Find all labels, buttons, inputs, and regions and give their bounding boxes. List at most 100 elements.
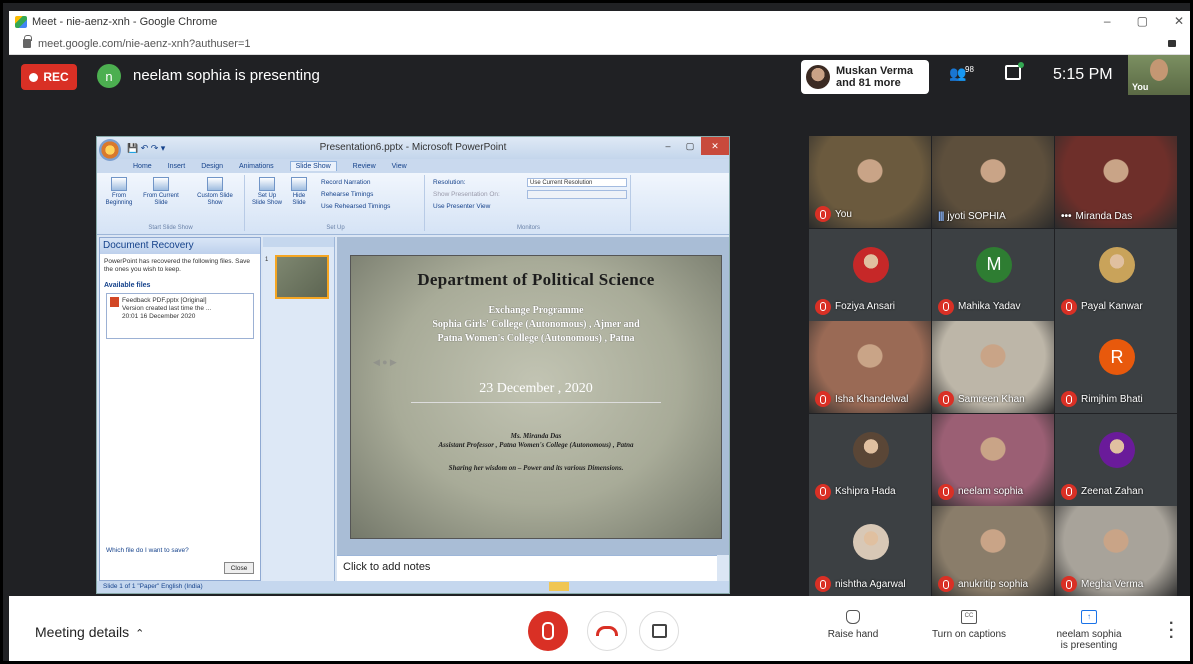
slide-subtitle: Exchange Programme Sophia Girls' College… <box>351 304 721 346</box>
minimize-button[interactable]: – <box>1104 14 1111 28</box>
ppt-close-icon: ✕ <box>701 137 729 155</box>
participant-name-row: Rimjhim Bhati <box>1061 391 1143 407</box>
participant-name: Rimjhim Bhati <box>1081 393 1143 405</box>
participant-tile[interactable]: Isha Khandelwal <box>809 321 931 413</box>
participant-tile[interactable]: Foziya Ansari <box>809 228 931 321</box>
participant-name-row: Megha Verma <box>1061 576 1143 592</box>
participant-tile[interactable]: Payal Kanwar <box>1055 228 1177 321</box>
participant-name: You <box>835 208 852 220</box>
meeting-details-button[interactable]: Meeting details ⌃ <box>35 624 144 640</box>
presentation-button[interactable]: ↑ neelam sophia is presenting <box>1049 610 1129 651</box>
ribbon-tabs: Home Insert Design Animations Slide Show… <box>97 159 729 173</box>
ribbon-tab-design: Design <box>201 162 223 170</box>
participant-avatar: M <box>976 246 1012 283</box>
from-beginning-button: From Beginning <box>103 177 135 207</box>
maximize-button[interactable]: ▢ <box>1137 14 1148 28</box>
participant-name: Samreen Khan <box>958 393 1025 405</box>
presenter-view: Use Presenter View <box>433 203 491 210</box>
raise-hand-label: Raise hand <box>827 629 879 640</box>
participant-name-row: neelam sophia <box>938 483 1023 500</box>
slide-title: Department of Political Science <box>417 270 655 289</box>
participant-name-row: Isha Khandelwal <box>815 391 908 407</box>
participant-name-row: Zeenat Zahan <box>1061 483 1143 500</box>
participant-name: Mahika Yadav <box>958 301 1021 312</box>
more-options-icon[interactable]: ••• <box>1061 211 1072 222</box>
muted-mic-icon <box>938 576 954 592</box>
hide-slide-icon <box>291 177 307 191</box>
record-narration: Record Narration <box>321 179 371 186</box>
participant-name: Kshipra Hada <box>835 486 896 497</box>
ppt-document-title: Presentation6.pptx - Microsoft PowerPoin… <box>319 142 507 153</box>
people-icon[interactable]: 👥 <box>949 65 966 82</box>
muted-mic-icon <box>815 391 831 407</box>
participant-tile[interactable]: neelam sophia <box>932 413 1054 506</box>
from-current-label: From Current Slide <box>143 193 179 206</box>
participant-name-row: Samreen Khan <box>938 391 1025 407</box>
close-window-button[interactable]: ✕ <box>1174 14 1184 28</box>
participant-avatar <box>853 246 889 283</box>
people-count: 98 <box>965 65 974 74</box>
slide-date: 23 December , 2020 <box>479 381 593 396</box>
resolution-label: Resolution: <box>433 179 466 186</box>
meet-top-bar: REC n neelam sophia is presenting Muskan… <box>9 55 1190 97</box>
muted-mic-icon <box>938 391 954 407</box>
participant-tile[interactable]: anukritip sophia <box>932 506 1054 598</box>
presenter-avatar: n <box>97 64 121 88</box>
captions-button[interactable]: CC Turn on captions <box>927 610 1011 640</box>
more-options-icon[interactable]: · · · <box>1169 616 1174 646</box>
participant-tile[interactable]: Zeenat Zahan <box>1055 413 1177 506</box>
muted-mic-icon <box>1061 483 1077 500</box>
camera-button[interactable] <box>639 611 679 651</box>
shared-screen-powerpoint: 💾 ↶ ↷ ▾ Presentation6.pptx - Microsoft P… <box>96 136 730 594</box>
slide-sub-line-3: Patna Women's College (Autonomous) , Pat… <box>437 333 635 344</box>
participant-avatar <box>1099 431 1135 468</box>
participant-tile[interactable]: Kshipra Hada <box>809 413 931 506</box>
participant-tile[interactable]: Samreen Khan <box>932 321 1054 413</box>
chat-icon[interactable] <box>1005 62 1024 80</box>
participant-tile[interactable]: You <box>809 136 931 228</box>
hide-slide-label: Hide Slide <box>292 193 306 206</box>
lock-icon <box>23 35 32 48</box>
address-bar[interactable]: meet.google.com/nie-aenz-xnh?authuser=1 <box>9 33 1190 55</box>
participant-tile[interactable]: Megha Verma <box>1055 506 1177 598</box>
participant-tile[interactable]: M Mahika Yadav <box>932 228 1054 321</box>
self-video <box>1150 59 1168 81</box>
url-text[interactable]: meet.google.com/nie-aenz-xnh?authuser=1 <box>38 38 251 50</box>
presenting-line-2: is presenting <box>1060 640 1118 651</box>
self-view-tile[interactable]: You <box>1128 55 1190 95</box>
captions-icon: CC <box>961 610 977 624</box>
setup-show-label: Set Up Slide Show <box>251 193 283 206</box>
participant-grid: You ||| jyoti SOPHIA ••• Miranda Das Foziya A… <box>809 136 1177 598</box>
meet-window: Meet - nie-aenz-xnh - Google Chrome – ▢ … <box>0 0 1193 664</box>
present-screen-icon: ↑ <box>1081 610 1097 624</box>
slide-divider <box>411 402 661 403</box>
cast-icon[interactable] <box>1168 40 1176 47</box>
viewers-chip[interactable]: Muskan Verma and 81 more <box>801 60 929 94</box>
participant-tile[interactable]: R Rimjhim Bhati <box>1055 321 1177 413</box>
setup-icon <box>259 177 275 191</box>
muted-mic-icon <box>938 483 954 500</box>
participant-name: Isha Khandelwal <box>835 393 909 405</box>
raise-hand-button[interactable]: Raise hand <box>821 610 885 640</box>
pptx-file-icon <box>110 297 119 307</box>
group-label-start: Start Slide Show <box>148 225 193 231</box>
ribbon-tab-animations: Animations <box>239 162 274 170</box>
slide-sub-line-2: Sophia Girls' College (Autonomous) , Ajm… <box>432 319 640 330</box>
group-label-setup: Set Up <box>326 225 345 231</box>
meeting-time: 5:15 PM <box>1053 66 1113 83</box>
participant-tile[interactable]: ••• Miranda Das <box>1055 136 1177 228</box>
slide-thumbnail <box>275 255 329 299</box>
hang-up-button[interactable] <box>587 611 627 651</box>
ribbon-tab-review: Review <box>352 162 376 170</box>
rec-label: REC <box>43 70 69 84</box>
viewer-avatar <box>806 65 830 89</box>
participant-tile[interactable]: nishtha Agarwal <box>809 506 931 598</box>
ppt-maximize-icon: ▢ <box>685 140 695 151</box>
from-current-button: From Current Slide <box>141 177 181 207</box>
status-text: Slide 1 of 1 "Paper" English (India) <box>103 583 203 590</box>
participant-name-row: ||| jyoti SOPHIA <box>938 211 1006 222</box>
ribbon-group-setup: Set Up Slide Show Hide Slide Record Narr… <box>247 175 425 231</box>
chrome-title-bar: Meet - nie-aenz-xnh - Google Chrome – ▢ … <box>9 11 1190 33</box>
mic-off-button[interactable] <box>528 611 568 651</box>
participant-tile[interactable]: ||| jyoti SOPHIA <box>932 136 1054 228</box>
